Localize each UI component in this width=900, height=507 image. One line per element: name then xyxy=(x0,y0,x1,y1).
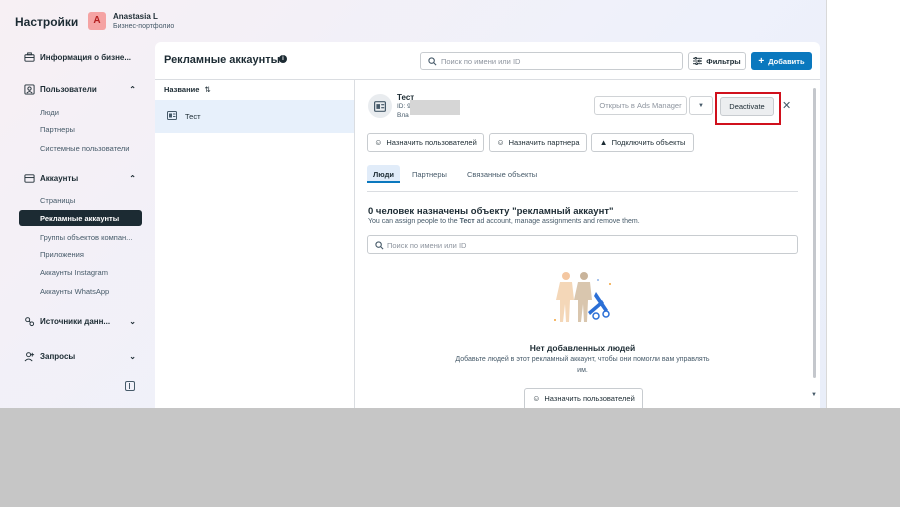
users-icon xyxy=(24,84,35,95)
detail-owner: Вла xyxy=(397,112,409,119)
app-title: Настройки xyxy=(15,15,79,29)
empty-state-title: Нет добавленных людей xyxy=(529,343,636,353)
filters-button[interactable]: Фильтры xyxy=(688,52,746,70)
sidebar-item-whatsapp[interactable]: Аккаунты WhatsApp xyxy=(40,287,109,296)
assign-users-button[interactable]: ☺ Назначить пользователей xyxy=(367,133,484,152)
sidebar-item-asset-groups[interactable]: Группы объектов компан... xyxy=(40,233,132,242)
user-icon: ☺ xyxy=(532,394,541,403)
assign-partner-button[interactable]: ☺ Назначить партнера xyxy=(489,133,587,152)
chevron-down-icon[interactable]: ⌄ xyxy=(129,317,136,326)
sidebar-section-label: Запросы xyxy=(40,352,76,361)
column-header-label: Название xyxy=(164,85,200,94)
sidebar-section-requests[interactable]: Запросы ⌄ xyxy=(24,351,136,362)
people-search-input[interactable]: Поиск по имени или ID xyxy=(367,235,798,254)
empty-state-description: Добавьте людей в этот рекламный аккаунт,… xyxy=(455,356,710,374)
main-panel: Рекламные аккаунты i Поиск по имени или … xyxy=(155,42,820,408)
chevron-up-icon[interactable]: ⌃ xyxy=(129,85,136,94)
user-icon: ☺ xyxy=(496,138,505,147)
scrollbar[interactable] xyxy=(813,88,816,378)
list-item-label: Тест xyxy=(185,112,201,121)
sidebar-section-data-sources[interactable]: Источники данн... ⌄ xyxy=(24,316,136,327)
section-description-text: ad account, manage assignments and remov… xyxy=(474,218,640,225)
sidebar-item-system-users[interactable]: Системные пользователи xyxy=(40,144,129,153)
user-icon: ☺ xyxy=(374,138,383,147)
open-ads-manager-button[interactable]: Открыть в Ads Manager xyxy=(594,96,687,115)
redacted-id xyxy=(410,100,460,115)
section-description: You can assign people to the Тест ad acc… xyxy=(368,218,640,225)
briefcase-icon xyxy=(24,52,35,62)
sidebar-section-label: Пользователи xyxy=(40,85,97,94)
sidebar-section-label: Аккаунты xyxy=(40,174,79,183)
assign-partner-label: Назначить партнера xyxy=(508,138,580,147)
sidebar-item-instagram[interactable]: Аккаунты Instagram xyxy=(40,268,108,277)
collapse-sidebar-icon[interactable] xyxy=(125,381,135,391)
section-title: 0 человек назначены объекту "рекламный а… xyxy=(368,206,614,217)
app-window: Настройки A Anastasia L Бизнес-портфолио… xyxy=(0,0,826,408)
add-button[interactable]: + Добавить xyxy=(751,52,812,70)
column-header-name[interactable]: Название ⇅ xyxy=(164,85,211,94)
filters-label: Фильтры xyxy=(706,56,741,66)
sidebar-item-pages[interactable]: Страницы xyxy=(40,196,75,205)
detail-id-prefix: ID: 9 xyxy=(397,103,411,110)
page-title: Рекламные аккаунты xyxy=(164,54,281,66)
section-description-text: You can assign people to the xyxy=(368,218,460,225)
tab-partners[interactable]: Партнеры xyxy=(406,165,453,183)
search-icon xyxy=(428,57,437,66)
tab-people[interactable]: Люди xyxy=(367,165,400,183)
divider xyxy=(826,0,827,408)
sidebar-item-people[interactable]: Люди xyxy=(40,108,59,117)
sidebar-item-apps[interactable]: Приложения xyxy=(40,250,84,259)
user-name[interactable]: Anastasia L xyxy=(113,12,158,21)
sort-icon[interactable]: ⇅ xyxy=(205,85,211,94)
list-item[interactable]: Тест xyxy=(155,100,354,133)
plus-icon: + xyxy=(758,55,765,67)
search-placeholder: Поиск по имени или ID xyxy=(441,57,521,66)
chevron-down-icon[interactable]: ▼ xyxy=(689,96,713,115)
info-icon[interactable]: i xyxy=(279,55,287,63)
connect-objects-button[interactable]: ▲ Подключить объекты xyxy=(591,133,694,152)
connect-objects-label: Подключить объекты xyxy=(611,138,686,147)
sidebar-item-label: Информация о бизне... xyxy=(40,53,132,62)
avatar[interactable]: A xyxy=(88,12,106,30)
tab-linked-objects[interactable]: Связанные объекты xyxy=(461,165,543,183)
chevron-down-icon[interactable]: ⌄ xyxy=(129,352,136,361)
blank-area xyxy=(826,0,900,408)
requests-icon xyxy=(24,352,35,362)
scroll-down-icon[interactable]: ▼ xyxy=(811,392,817,398)
chevron-up-icon[interactable]: ⌃ xyxy=(129,174,136,183)
assign-users-button[interactable]: ☺ Назначить пользователей xyxy=(524,388,643,408)
filter-icon xyxy=(693,57,703,65)
empty-people-illustration xyxy=(554,272,611,322)
accounts-icon xyxy=(24,174,35,183)
section-description-account: Тест xyxy=(459,218,475,225)
close-icon[interactable]: ✕ xyxy=(782,99,791,112)
sidebar-section-label: Источники данн... xyxy=(40,317,111,326)
sidebar-item-partners[interactable]: Партнеры xyxy=(40,125,75,134)
search-input[interactable]: Поиск по имени или ID xyxy=(420,52,683,70)
sidebar-item-ad-accounts[interactable]: Рекламные аккаунты xyxy=(19,210,142,226)
assign-users-label: Назначить пользователей xyxy=(386,138,477,147)
divider xyxy=(354,79,355,408)
sidebar-section-users[interactable]: Пользователи ⌃ xyxy=(24,84,136,95)
user-subtitle: Бизнес-портфолио xyxy=(113,23,175,30)
data-sources-icon xyxy=(25,317,35,327)
deactivate-button[interactable]: Deactivate xyxy=(720,97,774,116)
divider xyxy=(155,79,820,80)
sidebar-item-label: Рекламные аккаунты xyxy=(40,214,120,223)
assign-users-label: Назначить пользователей xyxy=(544,394,635,403)
sidebar-section-accounts[interactable]: Аккаунты ⌃ xyxy=(24,173,136,184)
search-icon xyxy=(375,241,384,250)
objects-icon: ▲ xyxy=(599,138,608,147)
ad-account-icon xyxy=(368,94,392,118)
search-placeholder: Поиск по имени или ID xyxy=(387,241,467,250)
sidebar-item-business-info[interactable]: Информация о бизне... xyxy=(24,52,136,63)
divider xyxy=(367,191,798,192)
ad-account-icon xyxy=(167,111,177,120)
add-label: Добавить xyxy=(768,56,805,66)
